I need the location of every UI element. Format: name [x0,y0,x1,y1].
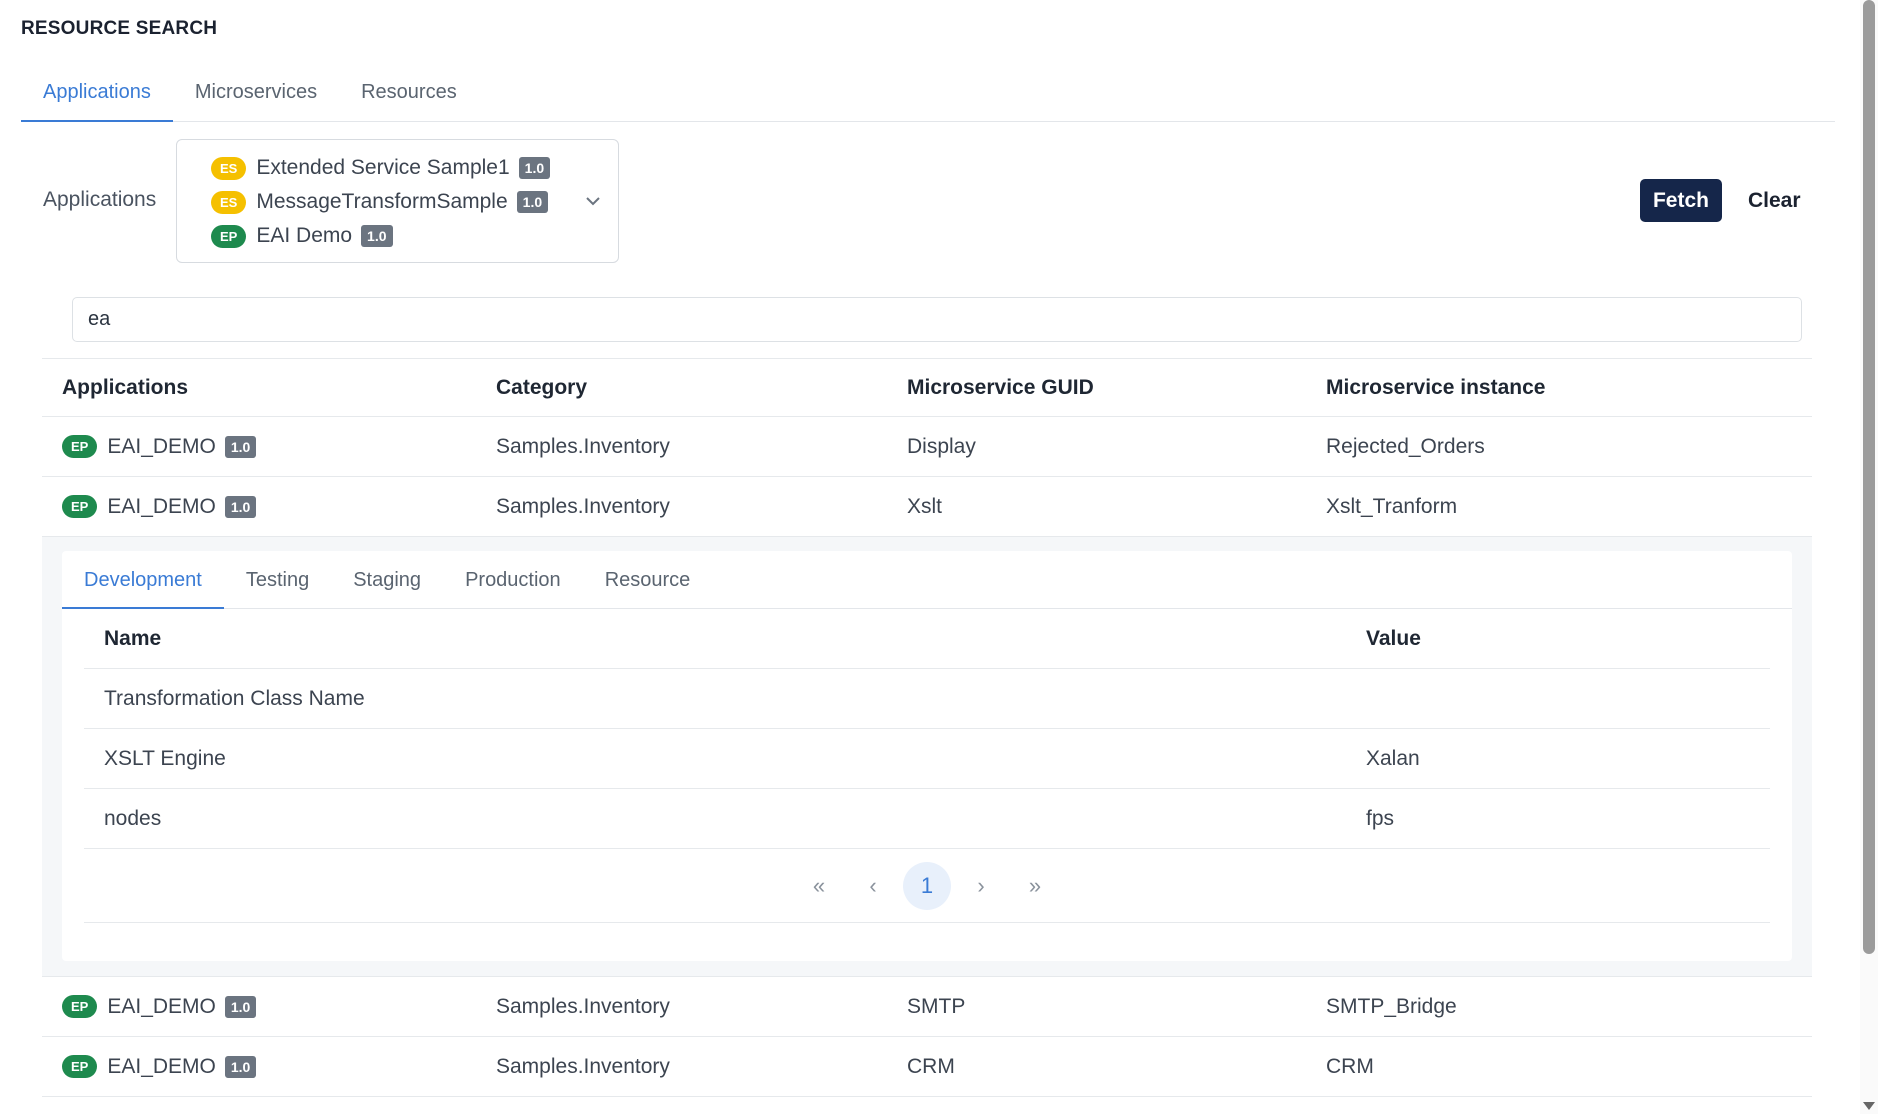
selected-application: ES Extended Service Sample1 1.0 [211,151,618,185]
selected-application: ES MessageTransformSample 1.0 [211,185,618,219]
column-header-microservice-guid[interactable]: Microservice GUID [907,376,1326,400]
tab-resource[interactable]: Resource [583,551,713,609]
applications-filter-label: Applications [43,188,157,211]
instance-cell: Xslt_Tranform [1326,494,1458,518]
type-badge: EP [62,1055,98,1078]
tab-production[interactable]: Production [443,551,583,609]
selected-application: EP EAI Demo 1.0 [211,219,618,253]
tab-staging[interactable]: Staging [331,551,443,609]
table-row-expanded[interactable]: EP EAI_DEMO 1.0 Samples.Inventory Xslt X… [42,477,1812,537]
application-cell: EP EAI_DEMO 1.0 [42,435,496,459]
property-name: nodes [104,806,162,830]
version-badge: 1.0 [224,495,257,518]
column-header-category[interactable]: Category [496,376,907,400]
results-header-row: Applications Category Microservice GUID … [42,358,1812,417]
instance-cell: Rejected_Orders [1326,434,1485,458]
column-header-value[interactable]: Value [1366,627,1770,651]
applications-multiselect[interactable]: ES Extended Service Sample1 1.0 ES Messa… [176,139,619,263]
category-cell: Samples.Inventory [496,994,670,1018]
application-name: EAI_DEMO [107,434,216,458]
type-badge: EP [62,435,98,458]
column-header-microservice-instance[interactable]: Microservice instance [1326,376,1812,400]
properties-table: Name Value Transformation Class Name XSL… [84,609,1770,923]
fetch-button[interactable]: Fetch [1640,179,1722,222]
column-header-applications[interactable]: Applications [42,376,496,400]
tab-applications[interactable]: Applications [21,72,173,122]
properties-header-row: Name Value [84,609,1770,669]
guid-cell: CRM [907,1054,955,1078]
top-tabs: Applications Microservices Resources [21,72,1835,122]
version-badge: 1.0 [361,225,393,247]
version-badge: 1.0 [516,191,549,213]
first-page-button[interactable]: « [795,862,843,910]
previous-page-button[interactable]: ‹ [849,862,897,910]
vertical-scrollbar[interactable] [1860,0,1878,1114]
table-row[interactable]: EP EAI_DEMO 1.0 Samples.Inventory CRM CR… [42,1037,1812,1097]
type-badge: EP [62,995,98,1018]
type-badge: EP [62,495,98,518]
tab-testing[interactable]: Testing [224,551,331,609]
instance-cell: SMTP_Bridge [1326,994,1457,1018]
column-header-name[interactable]: Name [84,627,1366,651]
table-row[interactable]: EP EAI_DEMO 1.0 Samples.Inventory Displa… [42,417,1812,477]
guid-cell: Xslt [907,494,943,518]
application-name: Extended Service Sample1 [256,156,510,179]
scroll-down-arrow-icon[interactable] [1863,1102,1875,1110]
property-row: XSLT Engine Xalan [84,729,1770,789]
property-row: nodes fps [84,789,1770,849]
environment-tabs: Development Testing Staging Production R… [62,551,1792,609]
guid-cell: Display [907,434,976,458]
application-name: EAI_DEMO [107,994,216,1018]
guid-cell: SMTP [907,994,966,1018]
page-number-button[interactable]: 1 [903,861,951,910]
application-cell: EP EAI_DEMO 1.0 [42,995,496,1019]
version-badge: 1.0 [518,157,551,179]
tab-development[interactable]: Development [62,551,224,609]
tab-microservices[interactable]: Microservices [173,72,339,122]
application-cell: EP EAI_DEMO 1.0 [42,495,496,519]
tab-resources[interactable]: Resources [339,72,479,122]
version-badge: 1.0 [224,1055,257,1078]
page-title: RESOURCE SEARCH [21,18,218,39]
application-name: EAI_DEMO [107,1054,216,1078]
property-value: fps [1366,806,1395,830]
type-badge: EP [211,224,247,248]
chevron-down-icon[interactable] [582,190,604,212]
property-name: Transformation Class Name [104,686,365,710]
category-cell: Samples.Inventory [496,1054,670,1078]
next-page-button[interactable]: › [957,862,1005,910]
application-name: EAI_DEMO [107,494,216,518]
clear-button[interactable]: Clear [1740,179,1809,222]
type-badge: ES [211,156,247,180]
search-input[interactable] [72,297,1802,342]
scrollbar-thumb[interactable] [1863,0,1875,954]
application-name: MessageTransformSample [256,190,508,213]
version-badge: 1.0 [224,995,257,1018]
property-value: Xalan [1366,746,1420,770]
pagination: « ‹ 1 › » [84,849,1770,923]
last-page-button[interactable]: » [1011,862,1059,910]
category-cell: Samples.Inventory [496,434,670,458]
table-row[interactable]: EP EAI_DEMO 1.0 Samples.Inventory SMTP S… [42,977,1812,1037]
detail-panel: Development Testing Staging Production R… [62,551,1792,961]
property-name: XSLT Engine [104,746,226,770]
application-name: EAI Demo [256,224,353,247]
property-row: Transformation Class Name [84,669,1770,729]
application-cell: EP EAI_DEMO 1.0 [42,1055,496,1079]
results-table: Applications Category Microservice GUID … [42,358,1812,1097]
category-cell: Samples.Inventory [496,494,670,518]
row-detail-expansion: Development Testing Staging Production R… [42,537,1812,977]
type-badge: ES [211,190,247,214]
instance-cell: CRM [1326,1054,1374,1078]
version-badge: 1.0 [224,435,257,458]
